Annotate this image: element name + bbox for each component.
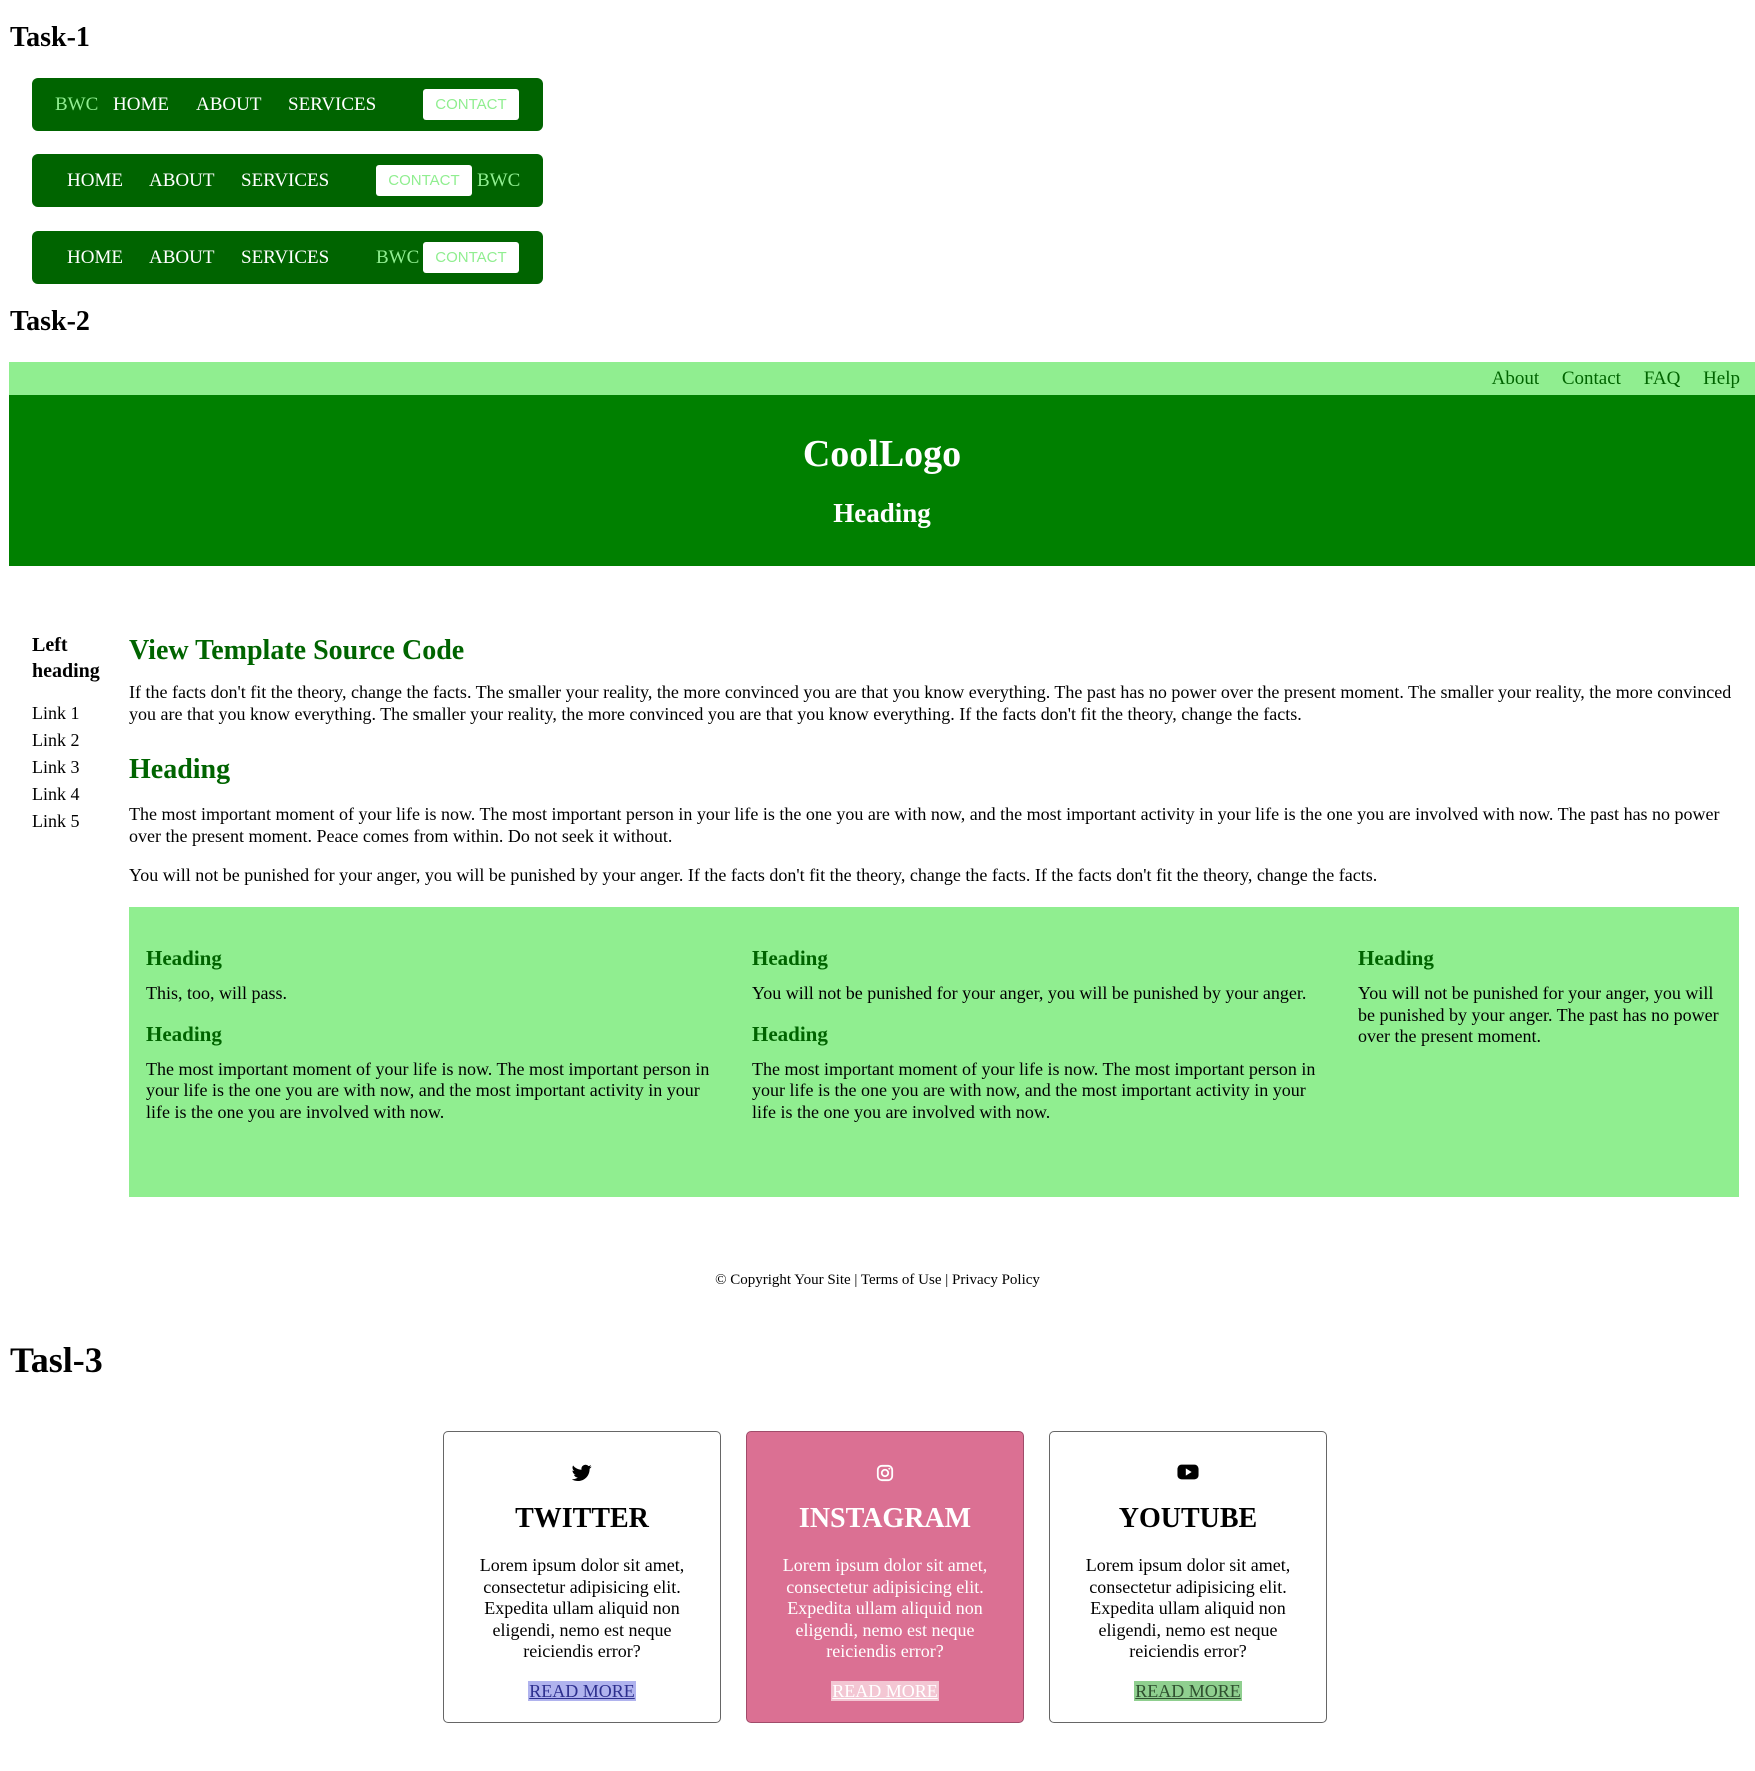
banner: CoolLogo Heading [9, 395, 1755, 566]
sidebar-item: Link 5 [32, 808, 122, 835]
navbar-1: BWC HOME ABOUT SERVICES CONTACT [32, 78, 543, 131]
column-text: The most important moment of your life i… [752, 1058, 1316, 1122]
task3-title: Tasl-3 [10, 1340, 103, 1380]
column-heading: Heading [752, 1021, 828, 1046]
top-link-about[interactable]: About [1492, 368, 1540, 389]
nav-link-services[interactable]: SERVICES [288, 78, 376, 131]
sidebar-link-2[interactable]: Link 2 [32, 730, 80, 750]
twitter-icon [444, 1464, 720, 1484]
column-heading: Heading [1358, 946, 1434, 970]
brand-logo[interactable]: BWC [477, 154, 520, 207]
sidebar-link-5[interactable]: Link 5 [32, 811, 80, 831]
site-logo: CoolLogo [802, 433, 962, 475]
twitter-card: TWITTER Lorem ipsum dolor sit amet, cons… [443, 1431, 721, 1723]
read-more-wrap: READ MORE [747, 1680, 1023, 1702]
sidebar-item: Link 1 [32, 700, 122, 727]
instagram-card: INSTAGRAM Lorem ipsum dolor sit amet, co… [746, 1431, 1024, 1723]
sidebar-item: Link 2 [32, 727, 122, 754]
sidebar-heading: Left heading [32, 634, 100, 682]
nav-link-about[interactable]: ABOUT [149, 154, 214, 207]
brand-logo[interactable]: BWC [55, 78, 98, 131]
task2-title: Task-2 [10, 306, 90, 337]
column-2: Heading You will not be punished for you… [752, 943, 1317, 1123]
footer-separator: | [850, 1272, 861, 1288]
top-bar: About Contact FAQ Help [9, 362, 1755, 395]
copyright-text: © Copyright Your Site [715, 1272, 851, 1288]
top-links: About Contact FAQ Help [1474, 362, 1740, 395]
nav-link-services[interactable]: SERVICES [241, 154, 329, 207]
card-title: TWITTER [515, 1503, 649, 1534]
column-heading: Heading [146, 946, 222, 970]
card-body: Lorem ipsum dolor sit amet, consectetur … [1085, 1555, 1291, 1661]
sidebar-item: Link 3 [32, 754, 122, 781]
sidebar-item: Link 4 [32, 781, 122, 808]
footer-separator: | [941, 1272, 953, 1288]
task1-title: Task-1 [10, 22, 90, 53]
read-more-wrap: READ MORE [444, 1680, 720, 1702]
top-link-contact[interactable]: Contact [1562, 368, 1621, 389]
read-more-wrap: READ MORE [1050, 1680, 1326, 1702]
column-text: You will not be punished for your anger,… [752, 983, 1307, 1003]
instagram-icon [747, 1464, 1023, 1484]
main-title: View Template Source Code [129, 635, 465, 666]
column-text: This, too, will pass. [146, 983, 288, 1003]
column-3: Heading You will not be punished for you… [1358, 943, 1723, 1048]
sidebar-link-4[interactable]: Link 4 [32, 784, 80, 804]
top-link-faq[interactable]: FAQ [1644, 368, 1681, 389]
main-content: View Template Source Code If the facts d… [129, 630, 1739, 887]
nav-link-home[interactable]: HOME [67, 154, 123, 207]
column-text: You will not be punished for your anger,… [1358, 983, 1719, 1046]
feature-columns: Heading This, too, will pass. Heading Th… [129, 907, 1739, 1197]
contact-button[interactable]: CONTACT [423, 242, 519, 273]
nav-link-about[interactable]: ABOUT [149, 231, 214, 284]
left-sidebar: Left heading Link 1 Link 2 Link 3 Link 4… [32, 632, 122, 835]
sidebar-list: Link 1 Link 2 Link 3 Link 4 Link 5 [32, 700, 122, 835]
card-body: Lorem ipsum dolor sit amet, consectetur … [782, 1555, 988, 1661]
read-more-link[interactable]: READ MORE [831, 1681, 939, 1701]
footer: © Copyright Your Site | Terms of Use | P… [0, 1270, 1755, 1290]
navbar-3: HOME ABOUT SERVICES BWC CONTACT [32, 231, 543, 284]
card-title: YOUTUBE [1118, 1503, 1258, 1534]
read-more-link[interactable]: READ MORE [528, 1681, 636, 1701]
sidebar-link-1[interactable]: Link 1 [32, 703, 80, 723]
top-link-help[interactable]: Help [1703, 368, 1740, 389]
nav-link-services[interactable]: SERVICES [241, 231, 329, 284]
brand-logo[interactable]: BWC [376, 231, 419, 284]
privacy-link[interactable]: Privacy Policy [952, 1272, 1040, 1288]
main-paragraph-3: You will not be punished for your anger,… [129, 865, 1378, 885]
column-heading: Heading [146, 1021, 222, 1046]
terms-link[interactable]: Terms of Use [861, 1272, 942, 1288]
banner-heading: Heading [833, 498, 931, 528]
card-body: Lorem ipsum dolor sit amet, consectetur … [479, 1555, 685, 1661]
main-paragraph-1: If the facts don't fit the theory, chang… [129, 682, 1732, 724]
main-paragraph-2: The most important moment of your life i… [129, 804, 1720, 846]
youtube-icon [1050, 1464, 1326, 1484]
nav-link-home[interactable]: HOME [113, 78, 169, 131]
sidebar-link-3[interactable]: Link 3 [32, 757, 80, 777]
nav-link-home[interactable]: HOME [67, 231, 123, 284]
youtube-card: YOUTUBE Lorem ipsum dolor sit amet, cons… [1049, 1431, 1327, 1723]
column-1: Heading This, too, will pass. Heading Th… [146, 943, 711, 1123]
contact-button[interactable]: CONTACT [423, 89, 519, 120]
column-text: The most important moment of your life i… [146, 1058, 710, 1122]
card-title: INSTAGRAM [798, 1503, 972, 1534]
navbar-2: HOME ABOUT SERVICES CONTACT BWC [32, 154, 543, 207]
column-heading: Heading [752, 946, 828, 970]
contact-button[interactable]: CONTACT [376, 165, 472, 196]
nav-link-about[interactable]: ABOUT [196, 78, 261, 131]
read-more-link[interactable]: READ MORE [1134, 1681, 1242, 1701]
main-heading-2: Heading [129, 754, 231, 785]
